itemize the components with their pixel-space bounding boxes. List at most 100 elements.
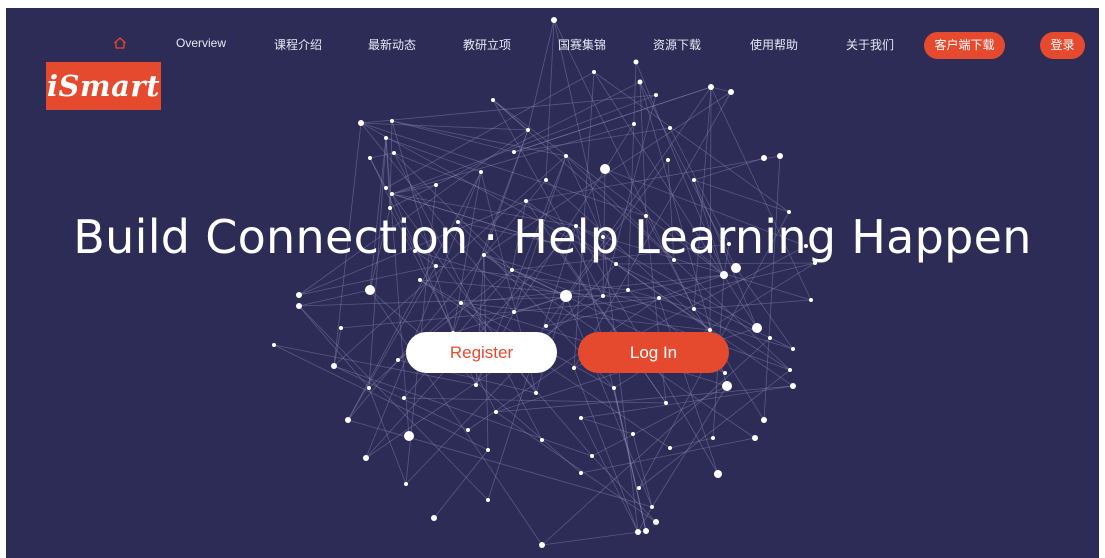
network-node bbox=[296, 292, 302, 298]
network-node bbox=[392, 151, 396, 155]
network-node bbox=[708, 84, 714, 90]
ismart-logo[interactable]: iSmart bbox=[46, 62, 161, 110]
network-node bbox=[368, 156, 372, 160]
network-node bbox=[418, 278, 422, 282]
network-link bbox=[369, 289, 543, 546]
network-link bbox=[513, 127, 671, 153]
network-link bbox=[433, 449, 489, 519]
network-node bbox=[524, 199, 528, 203]
network-node bbox=[358, 120, 364, 126]
network-node bbox=[396, 358, 400, 362]
network-node bbox=[653, 519, 659, 525]
network-node bbox=[534, 391, 538, 395]
network-link bbox=[360, 94, 657, 124]
network-node bbox=[486, 448, 490, 452]
nav-item-contest[interactable]: 国赛集锦 bbox=[558, 36, 606, 53]
login-button[interactable]: Log In bbox=[578, 332, 729, 373]
network-link bbox=[632, 433, 653, 508]
network-node bbox=[404, 431, 414, 441]
network-node bbox=[331, 363, 337, 369]
network-node bbox=[791, 347, 795, 351]
nav-item-about[interactable]: 关于我们 bbox=[846, 36, 894, 53]
network-node bbox=[643, 528, 649, 534]
network-link bbox=[710, 86, 732, 93]
network-link bbox=[638, 369, 791, 489]
network-node bbox=[434, 264, 438, 268]
network-node bbox=[512, 150, 516, 154]
network-node bbox=[579, 416, 583, 420]
network-node bbox=[296, 303, 302, 309]
network-node bbox=[551, 17, 557, 23]
network-node bbox=[365, 285, 375, 295]
network-node bbox=[510, 268, 514, 272]
network-node bbox=[590, 454, 594, 458]
home-icon[interactable] bbox=[112, 35, 128, 51]
network-node bbox=[654, 93, 658, 97]
network-node bbox=[714, 470, 722, 478]
network-node bbox=[384, 136, 388, 140]
network-link bbox=[651, 385, 728, 508]
network-node bbox=[626, 288, 630, 292]
nav-item-resources[interactable]: 资源下载 bbox=[653, 36, 701, 53]
network-link bbox=[709, 86, 712, 331]
network-node bbox=[345, 417, 351, 423]
network-node bbox=[752, 435, 758, 441]
network-node bbox=[752, 323, 762, 333]
network-link bbox=[693, 86, 712, 310]
network-node bbox=[592, 70, 596, 74]
network-link bbox=[541, 530, 647, 546]
network-node bbox=[720, 271, 728, 279]
network-link bbox=[580, 437, 756, 474]
network-node bbox=[466, 428, 470, 432]
network-graphic bbox=[272, 17, 817, 548]
network-node bbox=[601, 294, 605, 298]
network-node bbox=[512, 310, 516, 314]
network-link bbox=[693, 299, 812, 310]
network-node bbox=[668, 126, 672, 130]
network-node bbox=[723, 371, 727, 375]
nav-item-help[interactable]: 使用帮助 bbox=[750, 36, 798, 53]
hero-banner: iSmart Overview 课程介绍 最新动态 教研立项 国赛集锦 资源下载… bbox=[6, 8, 1099, 558]
network-node bbox=[666, 158, 670, 162]
network-link bbox=[391, 123, 635, 195]
network-node bbox=[363, 455, 369, 461]
network-node bbox=[474, 383, 478, 387]
network-link bbox=[347, 359, 399, 421]
network-node bbox=[633, 59, 639, 65]
network-node bbox=[431, 515, 437, 521]
nav-login-button[interactable]: 登录 bbox=[1040, 32, 1085, 59]
network-link bbox=[710, 86, 812, 301]
hero-headline: Build Connection · Help Learning Happen bbox=[73, 210, 1032, 264]
network-node bbox=[390, 192, 394, 196]
client-download-button[interactable]: 客户端下载 bbox=[924, 32, 1005, 59]
network-link bbox=[591, 455, 657, 523]
network-node bbox=[564, 154, 568, 158]
network-node bbox=[459, 301, 463, 305]
network-node bbox=[579, 471, 583, 475]
network-node bbox=[668, 446, 672, 450]
network-node bbox=[664, 401, 668, 405]
network-node bbox=[692, 307, 696, 311]
network-node bbox=[761, 417, 767, 423]
network-node bbox=[560, 290, 572, 302]
network-node bbox=[637, 486, 641, 490]
network-link bbox=[513, 86, 712, 153]
network-node bbox=[491, 98, 495, 102]
nav-item-news[interactable]: 最新动态 bbox=[368, 36, 416, 53]
register-button[interactable]: Register bbox=[406, 332, 557, 373]
network-node bbox=[390, 119, 394, 123]
nav-item-courses[interactable]: 课程介绍 bbox=[274, 36, 322, 53]
network-node bbox=[761, 155, 767, 161]
network-node bbox=[384, 186, 388, 190]
network-link bbox=[591, 385, 728, 457]
network-node bbox=[777, 153, 783, 159]
nav-item-research[interactable]: 教研立项 bbox=[463, 36, 511, 53]
network-link bbox=[333, 365, 469, 431]
network-node bbox=[635, 529, 641, 535]
network-node bbox=[434, 183, 438, 187]
network-node bbox=[728, 89, 734, 95]
network-node bbox=[526, 128, 530, 132]
network-link bbox=[369, 152, 395, 159]
network-node bbox=[600, 164, 610, 174]
nav-item-overview[interactable]: Overview bbox=[176, 36, 226, 50]
